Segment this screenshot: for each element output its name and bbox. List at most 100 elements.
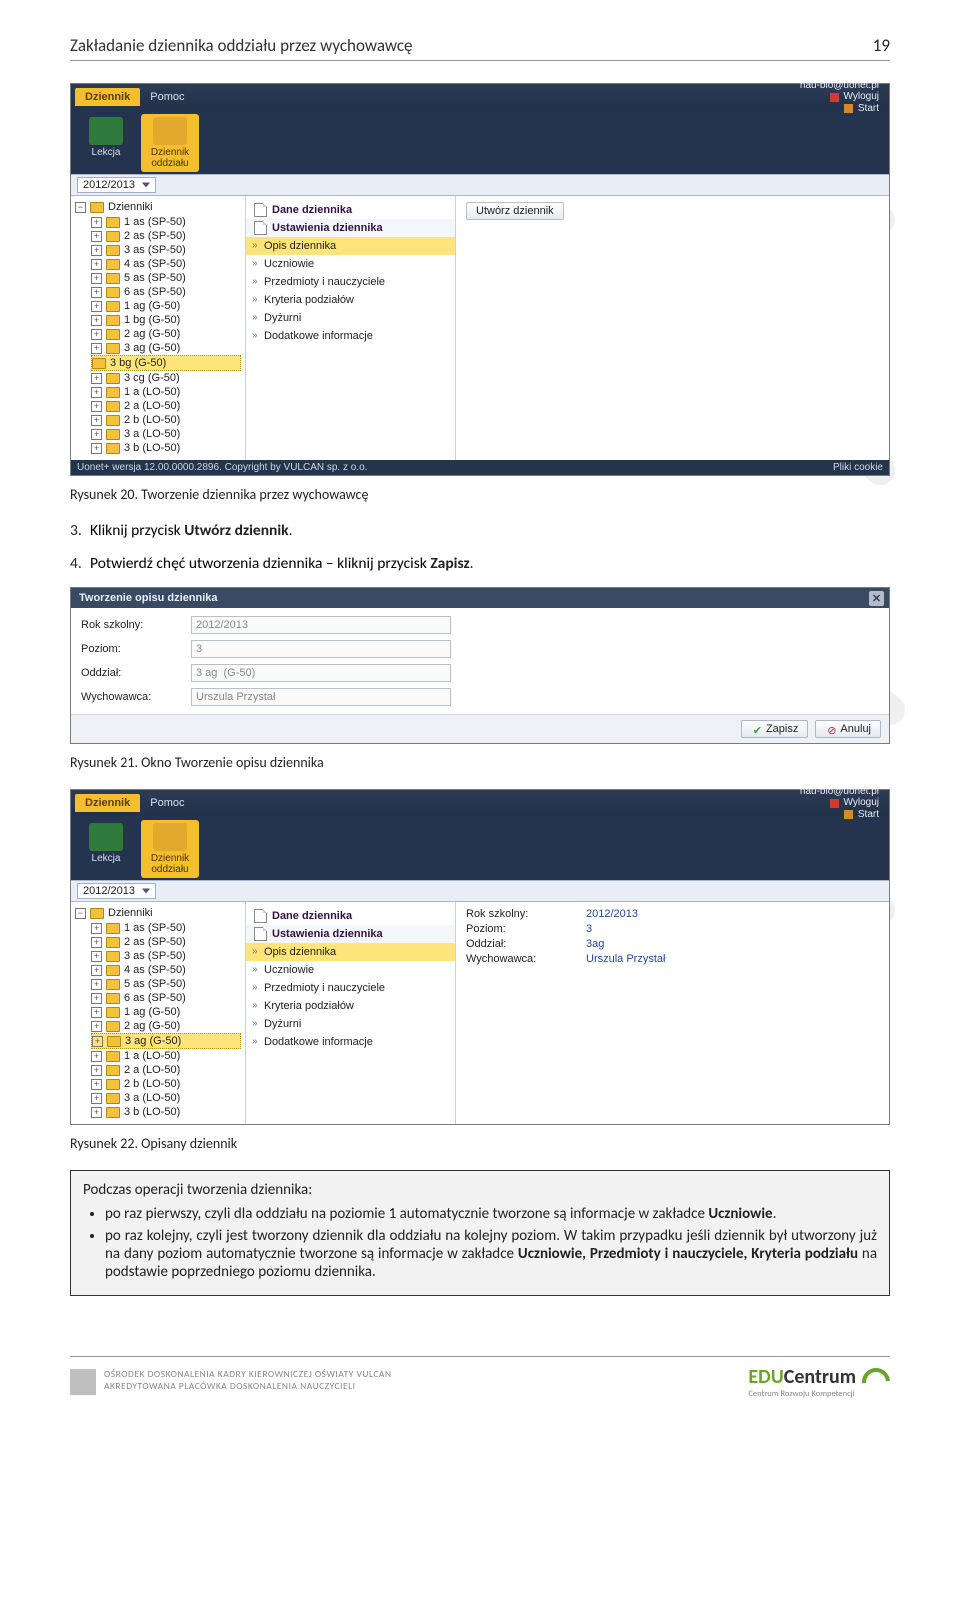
menu-uczniowie[interactable]: Uczniowie <box>246 961 455 979</box>
tree-item[interactable]: 2 b (LO-50) <box>124 1078 180 1090</box>
year-select[interactable]: 2012/2013 <box>77 177 156 193</box>
tree-item[interactable]: 2 as (SP-50) <box>124 230 186 242</box>
tree-item[interactable]: 1 ag (G-50) <box>124 300 180 312</box>
tab-pomoc[interactable]: Pomoc <box>140 88 194 106</box>
expand-icon[interactable]: + <box>91 245 102 256</box>
logout-icon[interactable] <box>830 799 839 808</box>
expand-icon[interactable]: + <box>91 273 102 284</box>
expand-icon[interactable]: + <box>91 301 102 312</box>
menu-opis-dziennika[interactable]: Opis dziennika <box>246 237 455 255</box>
expand-icon[interactable]: + <box>91 259 102 270</box>
tree-item[interactable]: 3 as (SP-50) <box>124 244 186 256</box>
start-link[interactable]: Start <box>858 103 879 115</box>
ribbon-dziennik-oddzialu[interactable]: Dziennik oddziału <box>141 820 199 878</box>
tree-item[interactable]: 6 as (SP-50) <box>124 286 186 298</box>
expand-icon[interactable]: + <box>91 443 102 454</box>
expand-icon[interactable]: + <box>91 1007 102 1018</box>
tree-item[interactable]: 2 a (LO-50) <box>124 1064 180 1076</box>
year-select[interactable]: 2012/2013 <box>77 883 156 899</box>
tree-collapse-icon[interactable]: − <box>75 908 86 919</box>
expand-icon[interactable]: + <box>92 1036 103 1047</box>
tab-dziennik[interactable]: Dziennik <box>75 88 140 106</box>
expand-icon[interactable]: + <box>91 373 102 384</box>
tree-collapse-icon[interactable]: − <box>75 202 86 213</box>
expand-icon[interactable]: + <box>91 217 102 228</box>
tree-item[interactable]: 3 a (LO-50) <box>124 428 180 440</box>
tree-item-selected[interactable]: 3 bg (G-50) <box>110 357 166 369</box>
tree-item[interactable]: 4 as (SP-50) <box>124 964 186 976</box>
home-icon[interactable] <box>844 810 853 819</box>
dlg-input-wych[interactable] <box>191 688 451 706</box>
expand-icon[interactable]: + <box>91 329 102 340</box>
expand-icon[interactable]: + <box>91 415 102 426</box>
tree-item[interactable]: 3 a (LO-50) <box>124 1092 180 1104</box>
menu-kryteria[interactable]: Kryteria podziałów <box>246 291 455 309</box>
save-button[interactable]: Zapisz <box>741 720 808 738</box>
tree-root-label[interactable]: Dzienniki <box>108 907 153 919</box>
ribbon-lekcja[interactable]: Lekcja <box>77 114 135 172</box>
expand-icon[interactable]: + <box>91 1021 102 1032</box>
menu-dodatkowe[interactable]: Dodatkowe informacje <box>246 1033 455 1051</box>
expand-icon[interactable]: + <box>91 979 102 990</box>
expand-icon[interactable]: + <box>91 937 102 948</box>
expand-icon[interactable]: + <box>91 343 102 354</box>
utworz-dziennik-button[interactable]: Utwórz dziennik <box>466 202 564 220</box>
tree-item[interactable]: 2 a (LO-50) <box>124 400 180 412</box>
menu-przedmioty[interactable]: Przedmioty i nauczyciele <box>246 273 455 291</box>
tree-item[interactable]: 1 a (LO-50) <box>124 1050 180 1062</box>
close-icon[interactable]: ✕ <box>869 591 884 606</box>
tree-item[interactable]: 2 as (SP-50) <box>124 936 186 948</box>
expand-icon[interactable]: + <box>91 1079 102 1090</box>
tree-item-selected[interactable]: 3 ag (G-50) <box>125 1035 181 1047</box>
dlg-input-oddzial[interactable] <box>191 664 451 682</box>
menu-dodatkowe[interactable]: Dodatkowe informacje <box>246 327 455 345</box>
tree-item[interactable]: 2 ag (G-50) <box>124 328 180 340</box>
expand-icon[interactable]: + <box>91 1065 102 1076</box>
expand-icon[interactable]: + <box>91 993 102 1004</box>
tree-item[interactable]: 3 cg (G-50) <box>124 372 180 384</box>
expand-icon[interactable]: + <box>91 951 102 962</box>
expand-icon[interactable]: + <box>91 1093 102 1104</box>
menu-opis-dziennika[interactable]: Opis dziennika <box>246 943 455 961</box>
tab-dziennik[interactable]: Dziennik <box>75 794 140 812</box>
expand-icon[interactable]: + <box>91 315 102 326</box>
tree-item[interactable]: 1 bg (G-50) <box>124 314 180 326</box>
tree-item[interactable]: 1 as (SP-50) <box>124 216 186 228</box>
tree-item[interactable]: 3 ag (G-50) <box>124 342 180 354</box>
tree-item[interactable]: 4 as (SP-50) <box>124 258 186 270</box>
status-cookies[interactable]: Pliki cookie <box>833 462 883 473</box>
menu-dyzurni[interactable]: Dyżurni <box>246 309 455 327</box>
expand-icon[interactable]: + <box>91 965 102 976</box>
expand-icon[interactable]: + <box>91 1107 102 1118</box>
start-link[interactable]: Start <box>858 809 879 821</box>
expand-icon[interactable]: + <box>91 1051 102 1062</box>
dlg-input-poziom[interactable] <box>191 640 451 658</box>
home-icon[interactable] <box>844 104 853 113</box>
logout-link[interactable]: Wyloguj <box>844 91 879 103</box>
menu-kryteria[interactable]: Kryteria podziałów <box>246 997 455 1015</box>
tree-root-label[interactable]: Dzienniki <box>108 201 153 213</box>
logout-icon[interactable] <box>830 93 839 102</box>
tree-item[interactable]: 1 ag (G-50) <box>124 1006 180 1018</box>
ribbon-lekcja[interactable]: Lekcja <box>77 820 135 878</box>
dlg-input-rok[interactable] <box>191 616 451 634</box>
menu-dyzurni[interactable]: Dyżurni <box>246 1015 455 1033</box>
menu-przedmioty[interactable]: Przedmioty i nauczyciele <box>246 979 455 997</box>
tree-item[interactable]: 1 a (LO-50) <box>124 386 180 398</box>
expand-icon[interactable]: + <box>91 287 102 298</box>
tree-item[interactable]: 2 b (LO-50) <box>124 414 180 426</box>
expand-icon[interactable]: + <box>91 231 102 242</box>
tree-item[interactable]: 3 as (SP-50) <box>124 950 186 962</box>
tree-item[interactable]: 2 ag (G-50) <box>124 1020 180 1032</box>
expand-icon[interactable]: + <box>91 923 102 934</box>
tab-pomoc[interactable]: Pomoc <box>140 794 194 812</box>
tree-item[interactable]: 5 as (SP-50) <box>124 978 186 990</box>
expand-icon[interactable]: + <box>91 387 102 398</box>
tree-item[interactable]: 5 as (SP-50) <box>124 272 186 284</box>
menu-uczniowie[interactable]: Uczniowie <box>246 255 455 273</box>
tree-item[interactable]: 6 as (SP-50) <box>124 992 186 1004</box>
expand-icon[interactable]: + <box>91 429 102 440</box>
tree-item[interactable]: 3 b (LO-50) <box>124 1106 180 1118</box>
cancel-button[interactable]: Anuluj <box>815 720 881 738</box>
logout-link[interactable]: Wyloguj <box>844 797 879 809</box>
